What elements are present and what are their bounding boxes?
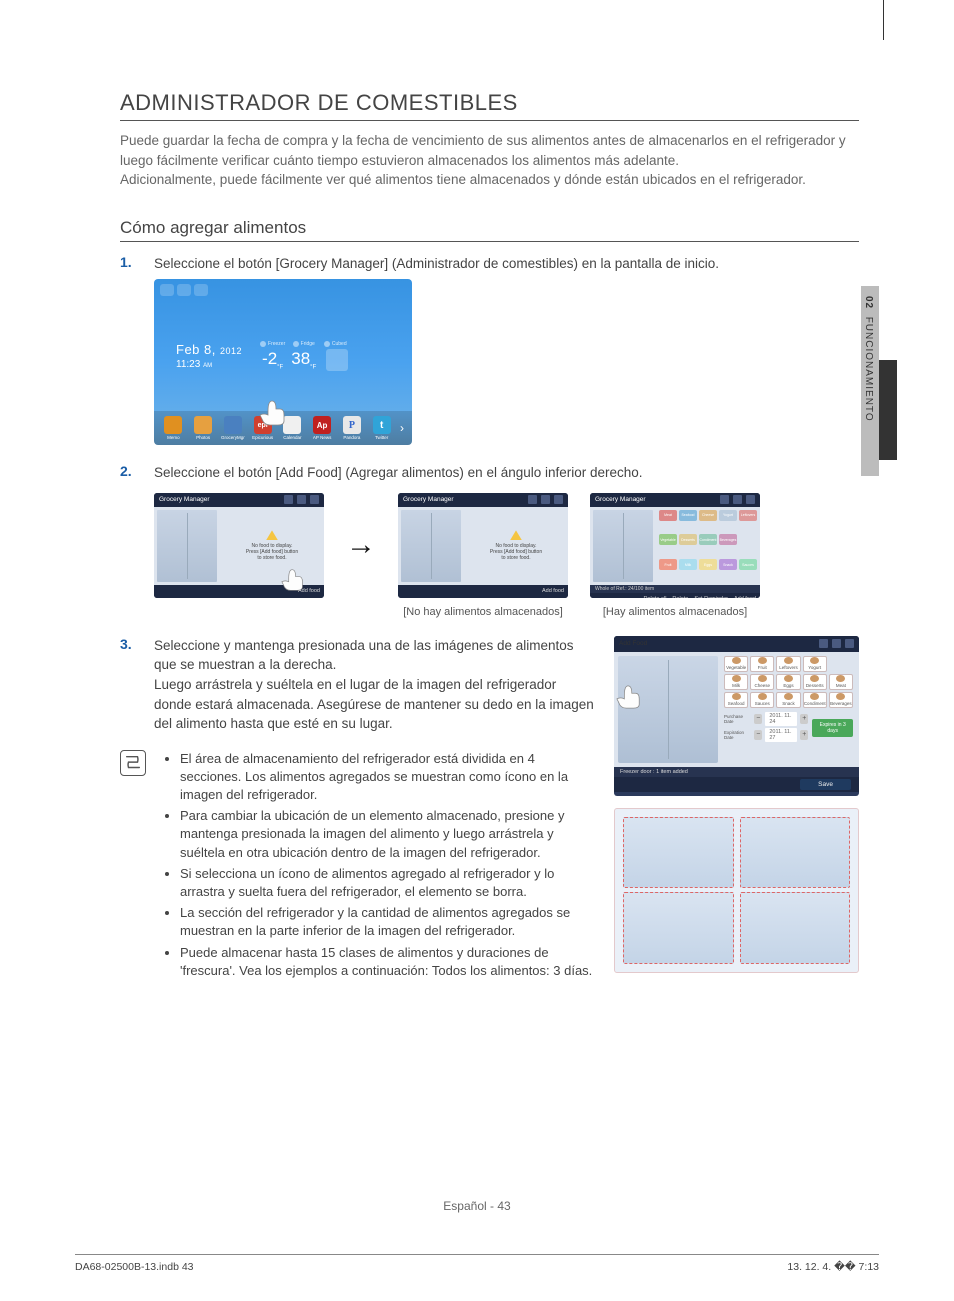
expires-badge: Expires in 3 days (812, 719, 853, 737)
hand-pointer-icon (258, 399, 288, 427)
step-3-num: 3. (120, 636, 154, 734)
home-screen-figure: Feb 8, 2012 11:23 AM Freezer-2°F Fridge3… (154, 279, 412, 445)
arrow-right-icon: → (346, 530, 376, 560)
print-footer: DA68-02500B-13.indb 43 13. 12. 4. �� 7:1… (75, 1254, 879, 1273)
save-button: Save (800, 779, 851, 790)
page-footer: Español - 43 (0, 1199, 954, 1213)
step-1-text: Seleccione el botón [Grocery Manager] (A… (154, 254, 859, 274)
intro-text: Puede guardar la fecha de compra y la fe… (120, 131, 859, 190)
subsection-title: Cómo agregar alimentos (120, 218, 859, 238)
note-list: El área de almacenamiento del refrigerad… (156, 750, 596, 983)
fridge-zones-figure (614, 808, 859, 973)
step-2-num: 2. (120, 463, 154, 483)
section-num: 02 (863, 296, 874, 309)
step-2-text: Seleccione el botón [Add Food] (Agregar … (154, 463, 859, 483)
hand-pointer-icon (280, 568, 306, 592)
section-tab: 02 FUNCIONAMIENTO (861, 286, 897, 476)
caption-some: [Hay alimentos almacenados] (590, 606, 760, 618)
chevron-right-icon: › (398, 421, 406, 435)
note-icon (120, 750, 146, 776)
grocery-empty-hand-figure: Grocery Manager No food to display.Press… (154, 493, 324, 598)
grocery-stored-figure: Grocery Manager MeatSeafoodCheeseYogurtL… (590, 493, 760, 598)
hand-drag-icon (614, 684, 644, 710)
section-label: FUNCIONAMIENTO (863, 317, 874, 422)
step-3-text: Seleccione y mantenga presionada una de … (154, 636, 596, 734)
page-title: ADMINISTRADOR DE COMESTIBLES (120, 90, 859, 116)
add-food-figure: Add Food VegetableFruitLeftoversYogurt M… (614, 636, 859, 796)
step-1-num: 1. (120, 254, 154, 274)
warning-icon (266, 530, 278, 540)
grocery-empty-figure: Grocery Manager No food to display.Press… (398, 493, 568, 598)
caption-none: [No hay alimentos almacenados] (398, 606, 568, 618)
